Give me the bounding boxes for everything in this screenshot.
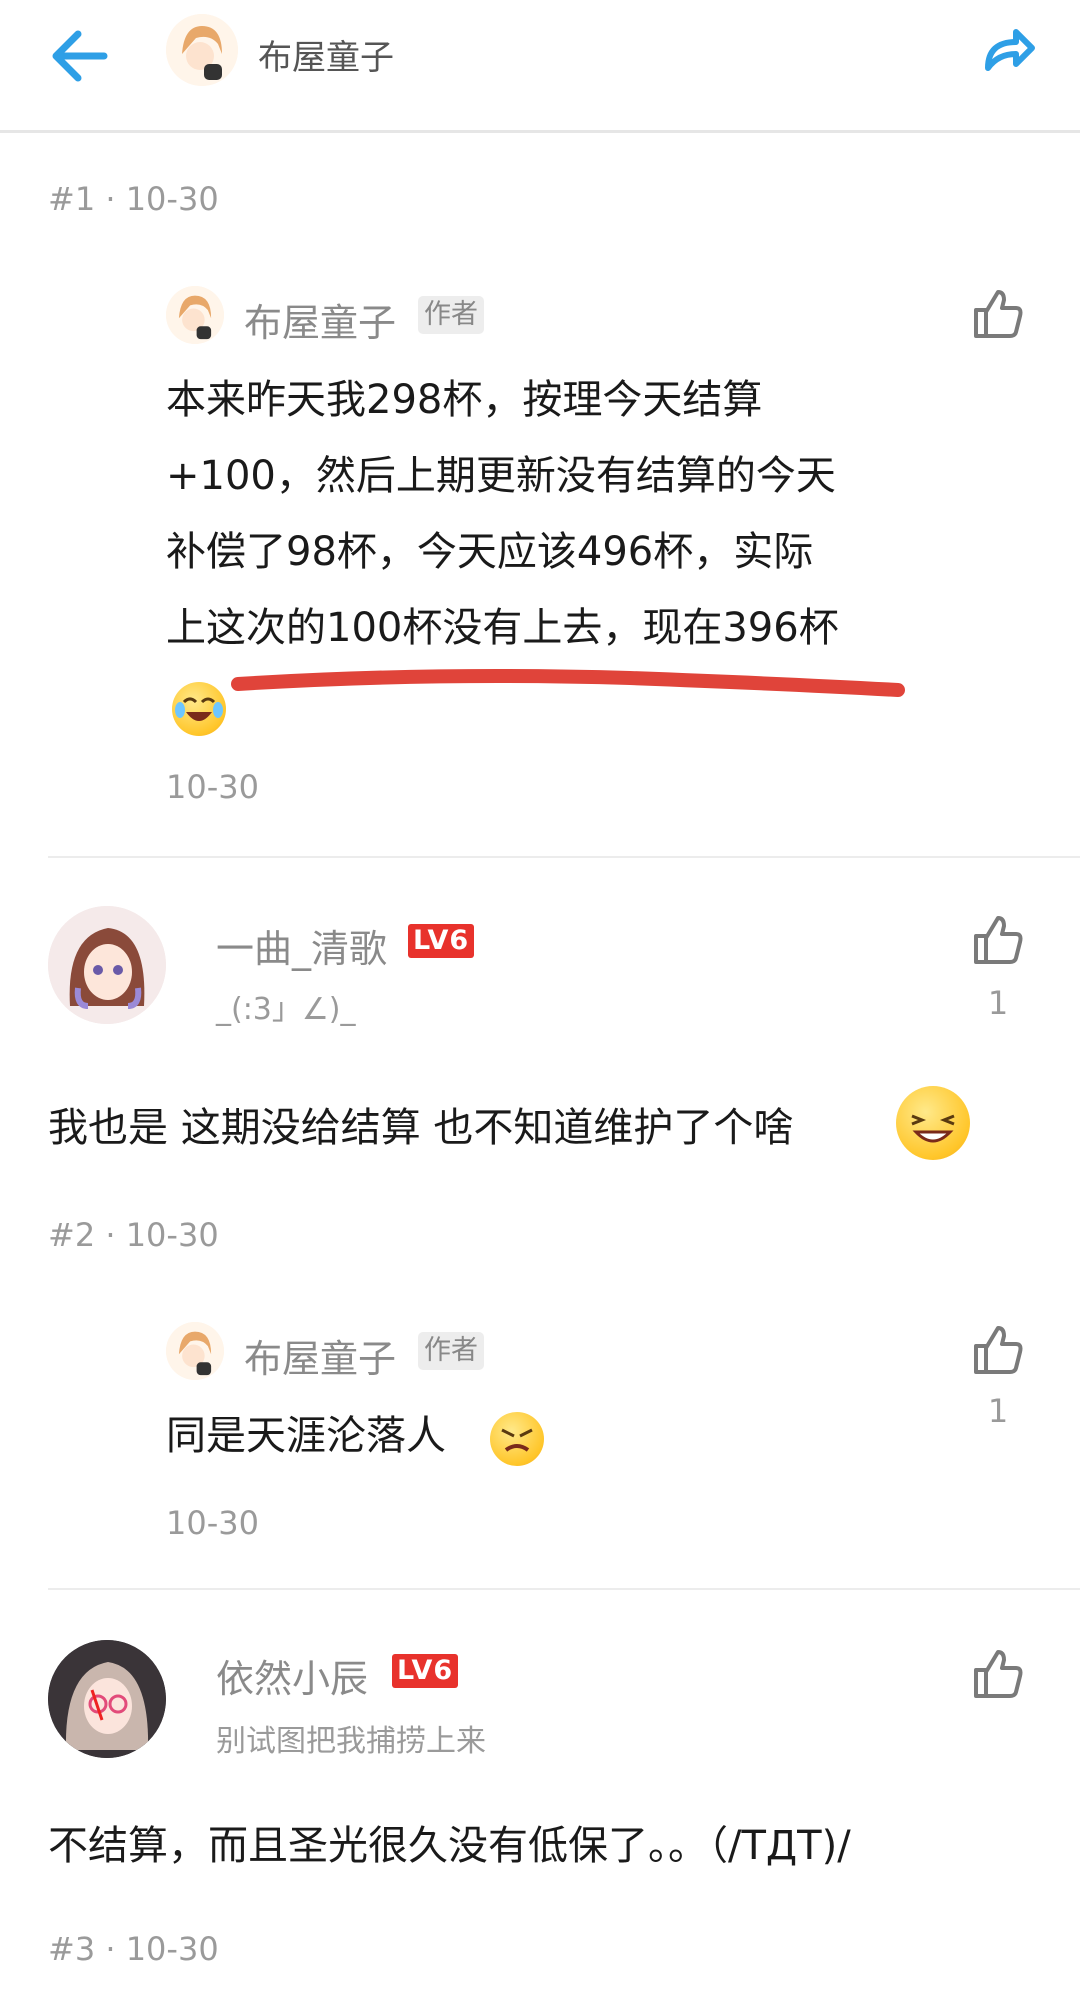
red-underline-annotation [231, 669, 905, 697]
comment-text: 不结算，而且圣光很久没有低保了。。（/TДT)/ [48, 1823, 851, 1869]
avatar[interactable] [48, 906, 166, 1024]
reply-username[interactable]: 布屋童子 [244, 1328, 396, 1383]
share-icon[interactable] [974, 18, 1038, 82]
floor-meta: #1 · 10-30 [48, 180, 219, 218]
avatar[interactable] [166, 14, 238, 86]
thumbs-up-icon[interactable] [970, 286, 1026, 342]
text-line: 本来昨天我298杯，按理今天结算 [166, 377, 763, 423]
confused-grin-emoji-icon [896, 1086, 970, 1160]
avatar[interactable] [166, 1322, 224, 1380]
comment-username[interactable]: 依然小辰 [216, 1648, 368, 1703]
reply-text: 同是天涯沦落人 [166, 1413, 446, 1459]
reply-text: 本来昨天我298杯，按理今天结算 +100，然后上期更新没有结算的今天 补偿了9… [166, 362, 926, 666]
thumbs-up-icon[interactable] [970, 1646, 1026, 1702]
author-badge: 作者 [418, 296, 484, 334]
level-badge: LV6 [408, 924, 475, 958]
reply-timestamp: 10-30 [166, 1504, 259, 1542]
floor-meta: #2 · 10-30 [48, 1216, 219, 1254]
top-bar: 布屋童子 [0, 0, 1080, 133]
text-line: 上这次的100杯没有上去，现在396杯 [166, 605, 839, 651]
text-line: +100，然后上期更新没有结算的今天 [166, 453, 836, 499]
floor-meta: #3 · 10-30 [48, 1930, 219, 1968]
thumbs-up-icon[interactable] [970, 1322, 1026, 1378]
user-signature: _(:3」∠)_ [216, 992, 356, 1027]
reply-timestamp: 10-30 [166, 768, 259, 806]
divider [48, 1588, 1080, 1590]
angry-emoji-icon [490, 1412, 544, 1466]
user-signature: 别试图把我捕捞上来 [216, 1724, 486, 1759]
back-arrow-icon[interactable] [44, 20, 116, 92]
reply-username[interactable]: 布屋童子 [244, 292, 396, 347]
page-title: 布屋童子 [258, 38, 394, 78]
divider [48, 856, 1080, 858]
comment-username[interactable]: 一曲_清歌 [216, 918, 387, 973]
level-badge: LV6 [392, 1654, 459, 1688]
thumbs-up-icon[interactable] [970, 912, 1026, 968]
comment-text: 我也是 这期没给结算 也不知道维护了个啥 [48, 1105, 794, 1151]
author-badge: 作者 [418, 1332, 484, 1370]
like-count: 1 [987, 984, 1009, 1022]
avatar[interactable] [48, 1640, 166, 1758]
laughing-crying-emoji-icon [172, 682, 226, 736]
text-line: 补偿了98杯，今天应该496杯，实际 [166, 529, 814, 575]
avatar[interactable] [166, 286, 224, 344]
like-count: 1 [987, 1392, 1009, 1430]
